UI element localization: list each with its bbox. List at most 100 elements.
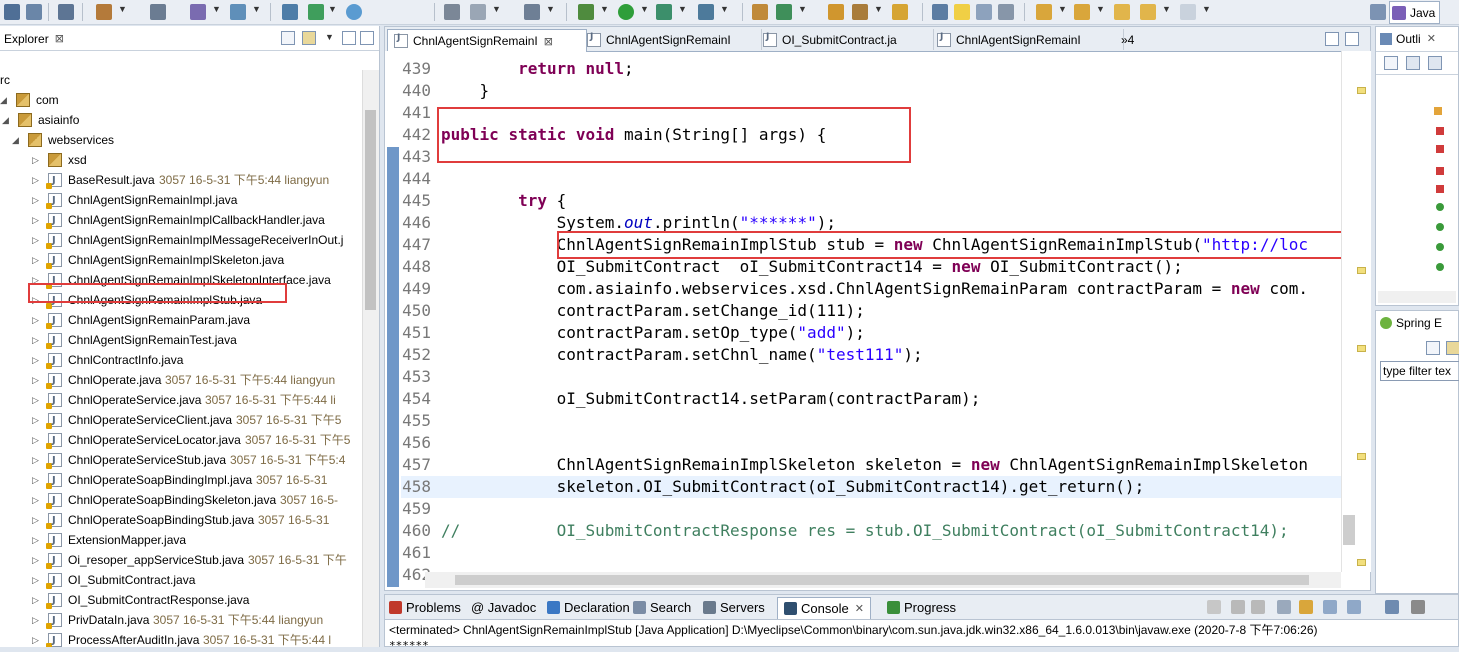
outline-hscrollbar[interactable] [1378,291,1456,303]
editor-vscroll-thumb[interactable] [1343,515,1355,545]
editor-tab[interactable]: ChnlAgentSignRemainI ⊠ [387,29,587,52]
expand-arrow-icon[interactable]: ▷ [32,430,39,450]
expand-arrow-icon[interactable]: ◢ [0,90,7,110]
run-icon[interactable] [618,4,634,20]
link-editor-icon[interactable] [302,31,316,45]
minimize-icon[interactable] [1325,32,1339,46]
folder-icon[interactable] [892,4,908,20]
maximize-icon[interactable] [1345,32,1359,46]
open-type-icon[interactable] [828,4,844,20]
last-edit-icon[interactable] [1114,4,1130,20]
bottom-tab[interactable]: Progress [887,597,956,618]
expand-arrow-icon[interactable]: ▷ [32,590,39,610]
editor-tab[interactable]: ChnlAgentSignRemainI [931,29,1124,50]
code-line[interactable]: 453 [401,366,1341,388]
camera-icon[interactable] [524,4,540,20]
code-line[interactable]: 461 [401,542,1341,564]
server-run-icon[interactable] [308,4,324,20]
code-line[interactable]: 459 [401,498,1341,520]
code-line[interactable]: 457 ChnlAgentSignRemainImplSkeleton skel… [401,454,1341,476]
block-selection-icon[interactable] [976,4,992,20]
outline-item-icon[interactable] [1436,145,1444,153]
code-line[interactable]: 454 oI_SubmitContract14.setParam(contrac… [401,388,1341,410]
refresh-icon[interactable] [776,4,792,20]
new-class-icon[interactable] [752,4,768,20]
forward-icon[interactable] [1180,4,1196,20]
code-line[interactable]: 450 contractParam.setChange_id(111); [401,300,1341,322]
tab-overflow-button[interactable]: »4 [1115,29,1140,50]
bottom-tab[interactable]: @ Javadoc [471,597,536,618]
prev-annotation-icon[interactable] [1074,4,1090,20]
close-icon[interactable]: ✕ [1427,32,1436,45]
expand-arrow-icon[interactable]: ▷ [32,310,39,330]
outline-item-icon[interactable] [1436,243,1444,251]
external-tools-icon[interactable] [698,4,714,20]
explorer-tab[interactable]: Explorer ⊠ [4,29,64,48]
code-line[interactable]: 445 try { [401,190,1341,212]
expand-arrow-icon[interactable]: ▷ [32,630,39,647]
code-line[interactable]: 460 // OI_SubmitContractResponse res = st… [401,520,1341,542]
expand-arrow-icon[interactable]: ▷ [32,210,39,230]
code-line[interactable]: 458 skeleton.OI_SubmitContract(oI_Submit… [401,476,1341,498]
expand-arrow-icon[interactable]: ▷ [32,470,39,490]
explorer-scroll-thumb[interactable] [365,110,376,310]
code-line[interactable]: 439 return null; [401,58,1341,80]
minimize-icon[interactable] [342,31,356,45]
outline-item-icon[interactable] [1436,185,1444,193]
pin-console-icon[interactable] [1323,600,1337,614]
expand-arrow-icon[interactable]: ▷ [32,570,39,590]
sort-icon[interactable] [1406,56,1420,70]
code-line[interactable]: 449 com.asiainfo.webservices.xsd.ChnlAge… [401,278,1341,300]
table-icon[interactable] [444,4,460,20]
expand-arrow-icon[interactable]: ▷ [32,610,39,630]
binary-icon[interactable] [58,4,74,20]
bottom-tab[interactable]: Console ✕ [777,597,871,619]
code-line[interactable]: 455 [401,410,1341,432]
collapse-all-icon[interactable] [281,31,295,45]
outline-item-icon[interactable] [1436,167,1444,175]
outline-item-icon[interactable] [1436,203,1444,211]
hide-fields-icon[interactable] [1428,56,1442,70]
open-console-icon[interactable] [1385,600,1399,614]
outline-item-icon[interactable] [1436,263,1444,271]
collapse-all-icon[interactable] [1384,56,1398,70]
maximize-icon[interactable] [360,31,374,45]
view-menu-icon[interactable] [1411,600,1425,614]
toggle-breadcrumb-icon[interactable] [932,4,948,20]
deploy-icon[interactable] [282,4,298,20]
editor-tab[interactable]: ChnlAgentSignRemainI [581,29,762,50]
code-line[interactable]: 448 OI_SubmitContract oI_SubmitContract1… [401,256,1341,278]
scroll-lock-icon[interactable] [1299,600,1313,614]
code-line[interactable]: 452 contractParam.setChnl_name("test111"… [401,344,1341,366]
code-line[interactable]: 456 [401,432,1341,454]
expand-arrow-icon[interactable]: ▷ [32,190,39,210]
wand-icon[interactable] [190,4,206,20]
open-perspective-icon[interactable] [1370,4,1386,20]
close-icon[interactable]: ✕ [855,602,864,615]
expand-arrow-icon[interactable]: ▷ [32,490,39,510]
editor-hscrollbar[interactable] [425,572,1341,588]
outline-tab[interactable]: Outli ✕ [1380,29,1436,48]
globe-icon[interactable] [346,4,362,20]
java-perspective-button[interactable]: Java [1389,1,1441,24]
outline-item-icon[interactable] [1436,127,1444,135]
editor-tab[interactable]: OI_SubmitContract.ja [757,29,934,50]
remove-all-icon[interactable] [1251,600,1265,614]
link-editor-icon[interactable] [1446,341,1459,355]
expand-arrow-icon[interactable]: ▷ [32,170,39,190]
back-icon[interactable] [1140,4,1156,20]
expand-arrow-icon[interactable]: ▷ [32,390,39,410]
expand-arrow-icon[interactable]: ▷ [32,350,39,370]
next-annotation-icon[interactable] [1036,4,1052,20]
expand-arrow-icon[interactable]: ▷ [32,450,39,470]
spring-tab[interactable]: Spring E [1380,313,1442,332]
save-icon[interactable] [26,4,42,20]
explorer-scrollbar[interactable] [362,70,379,647]
clear-console-icon[interactable] [1277,600,1291,614]
bottom-tab[interactable]: Search [633,597,691,618]
coverage-icon[interactable] [656,4,672,20]
expand-arrow-icon[interactable]: ▷ [32,510,39,530]
expand-arrow-icon[interactable]: ▷ [32,370,39,390]
expand-arrow-icon[interactable]: ▷ [32,530,39,550]
bottom-tab[interactable]: Problems [389,597,461,618]
